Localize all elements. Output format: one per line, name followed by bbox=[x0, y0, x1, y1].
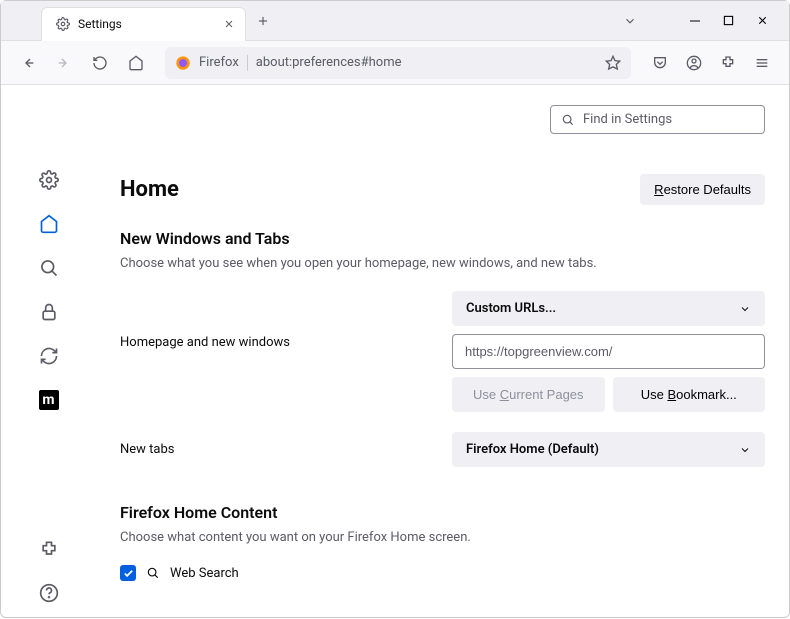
new-tab-button[interactable] bbox=[256, 14, 270, 28]
use-current-pages-button[interactable]: Use Current Pages bbox=[452, 377, 605, 412]
pocket-icon[interactable] bbox=[645, 48, 675, 78]
newtabs-dropdown[interactable]: Firefox Home (Default) bbox=[452, 432, 765, 467]
tab-bar: Settings bbox=[1, 1, 789, 41]
homepage-url-input[interactable] bbox=[452, 334, 765, 369]
gear-icon bbox=[56, 17, 70, 31]
maximize-icon[interactable] bbox=[723, 15, 734, 26]
page-heading: Home bbox=[120, 177, 179, 202]
url-brand: Firefox bbox=[199, 55, 239, 70]
sidebar-general-icon[interactable] bbox=[39, 170, 59, 190]
check-icon bbox=[123, 568, 134, 579]
reload-button[interactable] bbox=[85, 48, 115, 78]
nav-toolbar: Firefox about:preferences#home bbox=[1, 41, 789, 85]
content-area: m Find in Settings Home Restore Defaults… bbox=[1, 85, 789, 619]
websearch-label: Web Search bbox=[170, 566, 239, 581]
sidebar-sync-icon[interactable] bbox=[39, 346, 59, 366]
window-controls bbox=[623, 14, 789, 28]
homepage-dropdown[interactable]: Custom URLs... bbox=[452, 291, 765, 326]
firefox-logo-icon bbox=[175, 55, 191, 71]
section-home-content-title: Firefox Home Content bbox=[120, 503, 765, 522]
websearch-checkbox[interactable] bbox=[120, 565, 136, 581]
newtabs-dropdown-value: Firefox Home (Default) bbox=[466, 442, 599, 457]
tabs-dropdown-icon[interactable] bbox=[623, 14, 637, 28]
close-tab-icon[interactable] bbox=[223, 18, 235, 30]
sidebar-search-icon[interactable] bbox=[39, 258, 59, 278]
back-button[interactable] bbox=[13, 48, 43, 78]
section-home-content-desc: Choose what content you want on your Fir… bbox=[120, 530, 765, 545]
chevron-down-icon bbox=[739, 303, 751, 315]
sidebar-home-icon[interactable] bbox=[39, 214, 59, 234]
homepage-label: Homepage and new windows bbox=[120, 291, 440, 350]
newtabs-label: New tabs bbox=[120, 442, 440, 457]
home-button[interactable] bbox=[121, 48, 151, 78]
sidebar-more-icon[interactable]: m bbox=[39, 390, 59, 410]
search-icon bbox=[561, 113, 575, 127]
search-icon bbox=[146, 566, 160, 580]
restore-defaults-button[interactable]: Restore Defaults bbox=[640, 174, 765, 205]
section-windows-tabs-title: New Windows and Tabs bbox=[120, 229, 765, 248]
forward-button[interactable] bbox=[49, 48, 79, 78]
search-placeholder: Find in Settings bbox=[583, 112, 672, 127]
sidebar-privacy-icon[interactable] bbox=[39, 302, 59, 322]
bookmark-star-icon[interactable] bbox=[605, 55, 621, 71]
browser-tab[interactable]: Settings bbox=[41, 7, 246, 41]
url-divider bbox=[247, 55, 248, 71]
settings-search-input[interactable]: Find in Settings bbox=[550, 105, 765, 134]
sidebar-extensions-icon[interactable] bbox=[39, 539, 59, 559]
url-text: about:preferences#home bbox=[256, 55, 597, 70]
sidebar-help-icon[interactable] bbox=[39, 583, 59, 603]
tab-title: Settings bbox=[78, 17, 122, 31]
chevron-down-icon bbox=[739, 444, 751, 456]
address-bar[interactable]: Firefox about:preferences#home bbox=[165, 47, 631, 79]
account-icon[interactable] bbox=[679, 48, 709, 78]
extensions-icon[interactable] bbox=[713, 48, 743, 78]
section-windows-tabs-desc: Choose what you see when you open your h… bbox=[120, 256, 765, 271]
minimize-icon[interactable] bbox=[689, 15, 701, 27]
menu-icon[interactable] bbox=[747, 48, 777, 78]
homepage-dropdown-value: Custom URLs... bbox=[466, 301, 556, 316]
settings-main: Find in Settings Home Restore Defaults N… bbox=[96, 85, 789, 619]
use-bookmark-button[interactable]: Use Bookmark... bbox=[613, 377, 766, 412]
close-window-icon[interactable] bbox=[756, 14, 769, 27]
settings-sidebar: m bbox=[1, 85, 96, 619]
